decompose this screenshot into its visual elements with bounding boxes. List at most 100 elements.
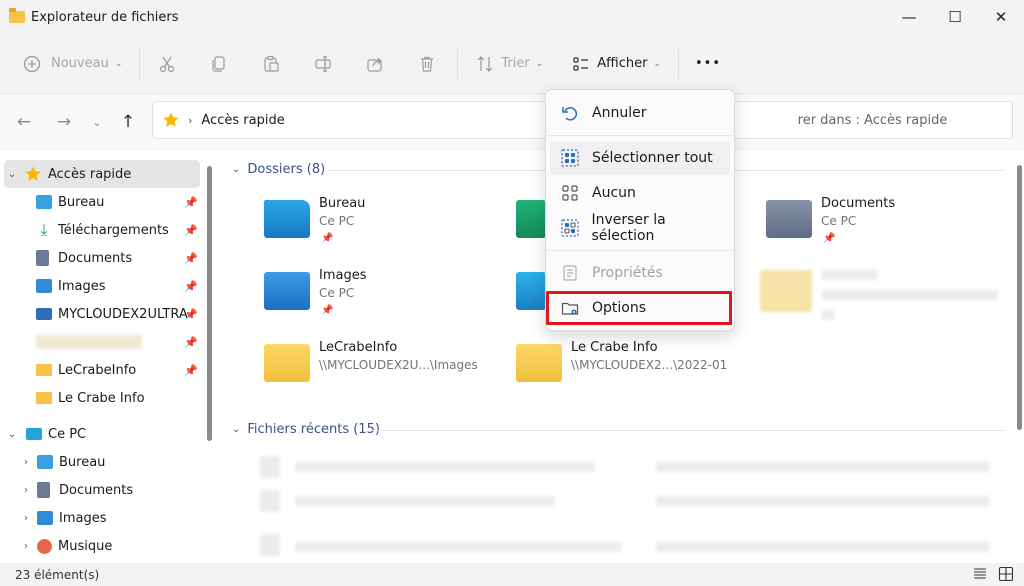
new-label: Nouveau bbox=[51, 56, 109, 71]
menu-separator bbox=[546, 250, 734, 251]
address-path: Accès rapide bbox=[201, 112, 285, 128]
rename-button[interactable] bbox=[313, 44, 333, 84]
sidebar-item-lecrabeinfo[interactable]: LeCrabeInfo 📌 bbox=[4, 356, 200, 384]
sidebar-item-pc-music[interactable]: › Musique bbox=[4, 532, 200, 560]
delete-button[interactable] bbox=[417, 44, 437, 84]
paste-button[interactable] bbox=[261, 44, 281, 84]
blurred-pin bbox=[822, 310, 834, 320]
content-scrollbar[interactable] bbox=[1017, 165, 1022, 430]
window-controls: — ☐ ✕ bbox=[886, 0, 1024, 34]
arrow-up-icon: ↑ bbox=[120, 112, 136, 132]
folder-tile-lecrabeinfo[interactable]: LeCrabeInfo \\MYCLOUDEX2U...\Images bbox=[264, 340, 514, 400]
chevron-right-icon: › bbox=[24, 484, 28, 496]
folder-tile-documents[interactable]: Documents Ce PC 📌 bbox=[766, 196, 1016, 256]
cut-button[interactable] bbox=[157, 44, 177, 84]
star-icon bbox=[24, 165, 42, 183]
menu-item-invert-selection[interactable]: Inverser la sélection bbox=[550, 211, 730, 245]
sidebar-item-pc-documents[interactable]: › Documents bbox=[4, 476, 200, 504]
select-all-icon bbox=[558, 148, 582, 168]
address-bar-row: ← → ⌄ ↑ › Accès rapide rer dans : Accès … bbox=[0, 95, 1024, 149]
folder-icon bbox=[9, 8, 25, 23]
pin-icon: 📌 bbox=[184, 195, 198, 209]
folders-header-label: Dossiers (8) bbox=[247, 162, 326, 177]
view-button[interactable]: Afficher ⌄ bbox=[571, 44, 661, 84]
status-bar: 23 élément(s) bbox=[0, 563, 1024, 586]
folder-name: Bureau bbox=[319, 196, 366, 211]
pin-icon: 📌 bbox=[184, 307, 198, 321]
copy-button[interactable] bbox=[209, 44, 229, 84]
window-title: Explorateur de fichiers bbox=[31, 9, 179, 25]
recent-locations-button[interactable]: ⌄ bbox=[84, 109, 110, 135]
sort-button[interactable]: Trier ⌄ bbox=[475, 44, 543, 84]
close-button[interactable]: ✕ bbox=[978, 0, 1024, 34]
tiles-view-icon[interactable] bbox=[998, 566, 1014, 582]
sidebar-scrollbar[interactable] bbox=[207, 166, 212, 441]
recent-section-header[interactable]: ⌄ Fichiers récents (15) bbox=[232, 422, 380, 437]
chevron-down-icon: ⌄ bbox=[232, 424, 241, 435]
maximize-button[interactable]: ☐ bbox=[932, 0, 978, 34]
blurred-file-name bbox=[295, 462, 595, 472]
sidebar-item-pc-images[interactable]: › Images bbox=[4, 504, 200, 532]
downloads-folder-icon bbox=[516, 200, 546, 238]
sidebar-item-pc-bureau[interactable]: › Bureau bbox=[4, 448, 200, 476]
forward-button[interactable]: → bbox=[51, 109, 77, 135]
toolbar-divider bbox=[139, 48, 141, 79]
new-button[interactable]: Nouveau ⌄ bbox=[22, 44, 122, 84]
blurred-file-icon bbox=[260, 456, 280, 478]
back-button[interactable]: ← bbox=[11, 109, 37, 135]
sidebar-item-documents[interactable]: Documents 📌 bbox=[4, 244, 200, 272]
sidebar-item-blurred-folder[interactable]: 📌 bbox=[4, 328, 200, 356]
sidebar-item-downloads[interactable]: ⤓ Téléchargements 📌 bbox=[4, 216, 200, 244]
folder-tile-le-crabe-info[interactable]: Le Crabe Info \\MYCLOUDEX2...\2022-01 bbox=[516, 340, 766, 400]
sidebar-item-quick-access[interactable]: ⌄ Accès rapide bbox=[4, 160, 200, 188]
plus-circle-icon bbox=[22, 54, 42, 74]
folders-section-header[interactable]: ⌄ Dossiers (8) bbox=[232, 162, 325, 177]
sidebar-item-mycloud[interactable]: MYCLOUDEX2ULTRA 📌 bbox=[4, 300, 200, 328]
chevron-right-icon: › bbox=[24, 540, 28, 552]
arrow-right-icon: → bbox=[56, 112, 72, 132]
sidebar-item-le-crabe-info[interactable]: Le Crabe Info bbox=[4, 384, 200, 412]
menu-item-select-all[interactable]: Sélectionner tout bbox=[550, 141, 730, 175]
search-input[interactable]: rer dans : Accès rapide bbox=[730, 101, 1013, 139]
menu-item-undo[interactable]: Annuler bbox=[550, 96, 730, 130]
sidebar-item-images[interactable]: Images 📌 bbox=[4, 272, 200, 300]
sidebar-item-bureau[interactable]: Bureau 📌 bbox=[4, 188, 200, 216]
folder-tile-images[interactable]: Images Ce PC 📌 bbox=[264, 268, 514, 328]
share-button[interactable] bbox=[365, 44, 385, 84]
properties-icon bbox=[558, 263, 582, 283]
menu-item-select-none[interactable]: Aucun bbox=[550, 176, 730, 210]
sidebar-item-label: Accès rapide bbox=[48, 166, 132, 182]
more-options-button[interactable]: ••• bbox=[695, 44, 721, 84]
pin-icon: 📌 bbox=[184, 251, 198, 265]
folder-tile-blurred[interactable] bbox=[760, 268, 1010, 328]
title-bar: Explorateur de fichiers — ☐ ✕ bbox=[0, 0, 1024, 34]
search-placeholder: rer dans : Accès rapide bbox=[797, 112, 948, 128]
pin-icon: 📌 bbox=[184, 335, 198, 349]
sidebar-item-label: LeCrabeInfo bbox=[58, 362, 137, 378]
folder-name: Le Crabe Info bbox=[571, 340, 658, 355]
minimize-button[interactable]: — bbox=[886, 0, 932, 34]
folder-name: Images bbox=[319, 268, 367, 283]
computer-icon bbox=[516, 272, 546, 310]
sidebar-item-label: MYCLOUDEX2ULTRA bbox=[58, 306, 188, 322]
recent-header-label: Fichiers récents (15) bbox=[247, 422, 380, 437]
menu-item-properties[interactable]: Propriétés bbox=[550, 256, 730, 290]
view-list-icon bbox=[571, 54, 591, 74]
folder-location: Ce PC bbox=[821, 214, 857, 228]
details-view-icon[interactable] bbox=[972, 566, 988, 582]
view-label: Afficher bbox=[597, 56, 648, 71]
chevron-down-icon: ⌄ bbox=[232, 164, 241, 175]
sidebar-item-this-pc[interactable]: ⌄ Ce PC bbox=[4, 420, 200, 448]
chevron-down-icon: ⌄ bbox=[535, 58, 544, 69]
sidebar-item-label: Ce PC bbox=[48, 426, 87, 442]
sidebar-item-label: Documents bbox=[58, 250, 133, 266]
chevron-right-icon: › bbox=[24, 512, 28, 524]
folder-location: Ce PC bbox=[319, 214, 355, 228]
menu-separator bbox=[546, 135, 734, 136]
menu-item-label: Sélectionner tout bbox=[592, 150, 713, 166]
up-button[interactable]: ↑ bbox=[115, 109, 141, 135]
menu-item-options[interactable]: Options bbox=[550, 291, 730, 325]
folder-tile-bureau[interactable]: Bureau Ce PC 📌 bbox=[264, 196, 514, 256]
menu-item-label: Aucun bbox=[592, 185, 636, 201]
sidebar-item-label: Bureau bbox=[58, 194, 105, 210]
